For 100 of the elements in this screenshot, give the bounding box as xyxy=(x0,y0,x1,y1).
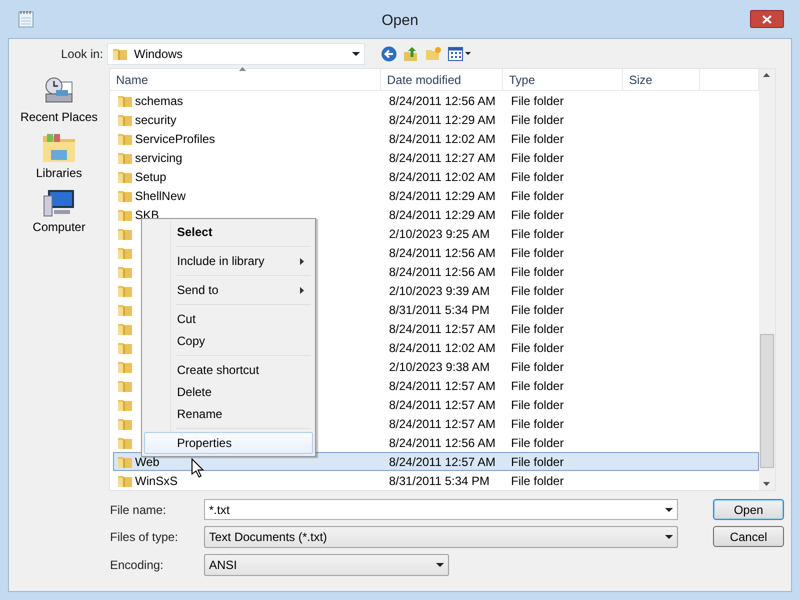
type-cell-text: File folder xyxy=(510,150,565,164)
date-cell-text: 8/24/2011 12:02 AM xyxy=(388,170,497,184)
date-cell-text: 8/24/2011 12:29 AM xyxy=(388,112,497,126)
file-name[interactable]: ServiceProfiles xyxy=(135,132,216,146)
places-item[interactable]: Recent Places xyxy=(20,76,98,124)
menu-item[interactable]: Cut xyxy=(144,308,313,330)
look-in-dropdown[interactable]: Windows xyxy=(107,42,365,64)
file-name[interactable]: WinSxS xyxy=(135,474,178,488)
date-cell-text: 8/24/2011 12:56 AM xyxy=(388,264,497,278)
date-cell-text: 8/24/2011 12:29 AM xyxy=(388,188,497,202)
file-name[interactable]: ShellNew xyxy=(135,188,186,202)
folder-icon xyxy=(117,112,133,126)
type-cell-text: File folder xyxy=(510,398,565,412)
back-icon[interactable] xyxy=(381,46,397,62)
folder-icon xyxy=(117,302,133,316)
type-cell-text: File folder xyxy=(510,416,565,430)
column-header[interactable]: Type xyxy=(503,69,623,91)
dropdown-field[interactable]: ANSI xyxy=(204,554,449,576)
date-cell-text: 8/24/2011 12:57 AM xyxy=(388,416,497,430)
scroll-down-icon xyxy=(763,482,770,486)
type-cell-text: File folder xyxy=(510,226,565,240)
view-menu-icon[interactable] xyxy=(448,46,472,60)
menu-item[interactable]: Select xyxy=(144,221,313,243)
type-cell-text: File folder xyxy=(510,322,565,336)
date-cell-text: 8/24/2011 12:57 AM xyxy=(388,378,497,392)
menu-item[interactable]: Create shortcut xyxy=(144,359,313,381)
menu-item[interactable]: Properties xyxy=(144,432,313,454)
type-cell-text: File folder xyxy=(510,474,565,488)
type-cell-text: File folder xyxy=(510,94,565,108)
dialog-button[interactable]: Cancel xyxy=(713,526,784,547)
column-header[interactable]: Size xyxy=(623,69,700,91)
folder-icon xyxy=(117,454,133,468)
scrollbar[interactable] xyxy=(759,69,775,490)
folder-icon xyxy=(117,94,133,108)
notepad-icon xyxy=(18,10,34,28)
folder-icon xyxy=(117,170,133,184)
dialog-button[interactable]: Open xyxy=(713,499,784,520)
file-name[interactable]: Web xyxy=(135,454,160,468)
type-cell-text: File folder xyxy=(510,454,565,468)
dropdown-arrow-icon xyxy=(665,535,673,539)
date-cell-text: 2/10/2023 9:25 AM xyxy=(388,226,491,240)
type-cell-text: File folder xyxy=(510,436,565,450)
column-header[interactable]: Date modified xyxy=(381,69,503,91)
scroll-thumb[interactable] xyxy=(760,334,774,468)
folder-icon xyxy=(117,436,133,450)
submenu-arrow-icon xyxy=(300,287,304,294)
date-cell-text: 8/31/2011 5:34 PM xyxy=(388,474,491,488)
menu-item[interactable]: Rename xyxy=(144,403,313,425)
folder-icon xyxy=(117,360,133,374)
file-name[interactable]: security xyxy=(135,112,176,126)
new-folder-icon[interactable] xyxy=(425,46,442,61)
computer-icon xyxy=(42,188,76,218)
type-cell-text: File folder xyxy=(510,340,565,354)
folder-icon xyxy=(117,150,133,164)
dropdown-arrow-icon xyxy=(665,508,673,512)
folder-icon xyxy=(117,264,133,278)
submenu-arrow-icon xyxy=(300,258,304,265)
folder-icon xyxy=(117,284,133,298)
date-cell-text: 8/24/2011 12:29 AM xyxy=(388,208,497,222)
type-cell-text: File folder xyxy=(510,132,565,146)
folder-icon xyxy=(117,378,133,392)
folder-icon xyxy=(117,398,133,412)
date-cell-text: 8/24/2011 12:57 AM xyxy=(388,322,497,336)
up-folder-icon[interactable] xyxy=(403,46,419,62)
dropdown-arrow-icon xyxy=(436,563,444,567)
places-item[interactable]: Libraries xyxy=(36,132,82,180)
folder-icon xyxy=(117,416,133,430)
menu-item[interactable]: Send to xyxy=(144,279,313,301)
date-cell-text: 8/24/2011 12:02 AM xyxy=(388,132,497,146)
type-cell-text: File folder xyxy=(510,208,565,222)
file-name[interactable]: servicing xyxy=(135,150,182,164)
column-header[interactable]: Name xyxy=(110,69,381,91)
file-name-field[interactable]: *.txt xyxy=(204,499,678,520)
type-cell-text: File folder xyxy=(510,188,565,202)
folder-icon xyxy=(117,132,133,146)
field-label: Encoding: xyxy=(110,558,164,572)
date-cell-text: 8/31/2011 5:34 PM xyxy=(388,302,491,316)
file-name[interactable]: Setup xyxy=(135,170,166,184)
mouse-pointer-icon xyxy=(191,458,204,478)
type-cell-text: File folder xyxy=(510,284,565,298)
selected-row[interactable]: Web 8/24/2011 12:57 AM File folder xyxy=(113,452,759,471)
menu-item[interactable]: Delete xyxy=(144,381,313,403)
file-name[interactable]: schemas xyxy=(135,94,184,108)
date-cell-text: 8/24/2011 12:27 AM xyxy=(388,150,497,164)
dropdown-field[interactable]: Text Documents (*.txt) xyxy=(204,526,678,548)
type-cell-text: File folder xyxy=(510,360,565,374)
dropdown-arrow-icon xyxy=(352,52,360,56)
type-cell-text: File folder xyxy=(510,170,565,184)
folder-icon xyxy=(117,226,133,240)
folder-icon xyxy=(117,340,133,354)
library-folder-icon xyxy=(41,132,77,164)
folder-icon xyxy=(117,246,133,260)
menu-item[interactable]: Include in library xyxy=(144,250,313,272)
close-button[interactable] xyxy=(750,10,784,28)
look-in-label: Look in: xyxy=(61,46,101,60)
places-item[interactable]: Computer xyxy=(32,188,86,234)
date-cell-text: 8/24/2011 12:56 AM xyxy=(388,246,497,260)
menu-item[interactable]: Copy xyxy=(144,330,313,352)
folder-icon xyxy=(117,188,133,202)
window-title: Open xyxy=(382,10,418,28)
